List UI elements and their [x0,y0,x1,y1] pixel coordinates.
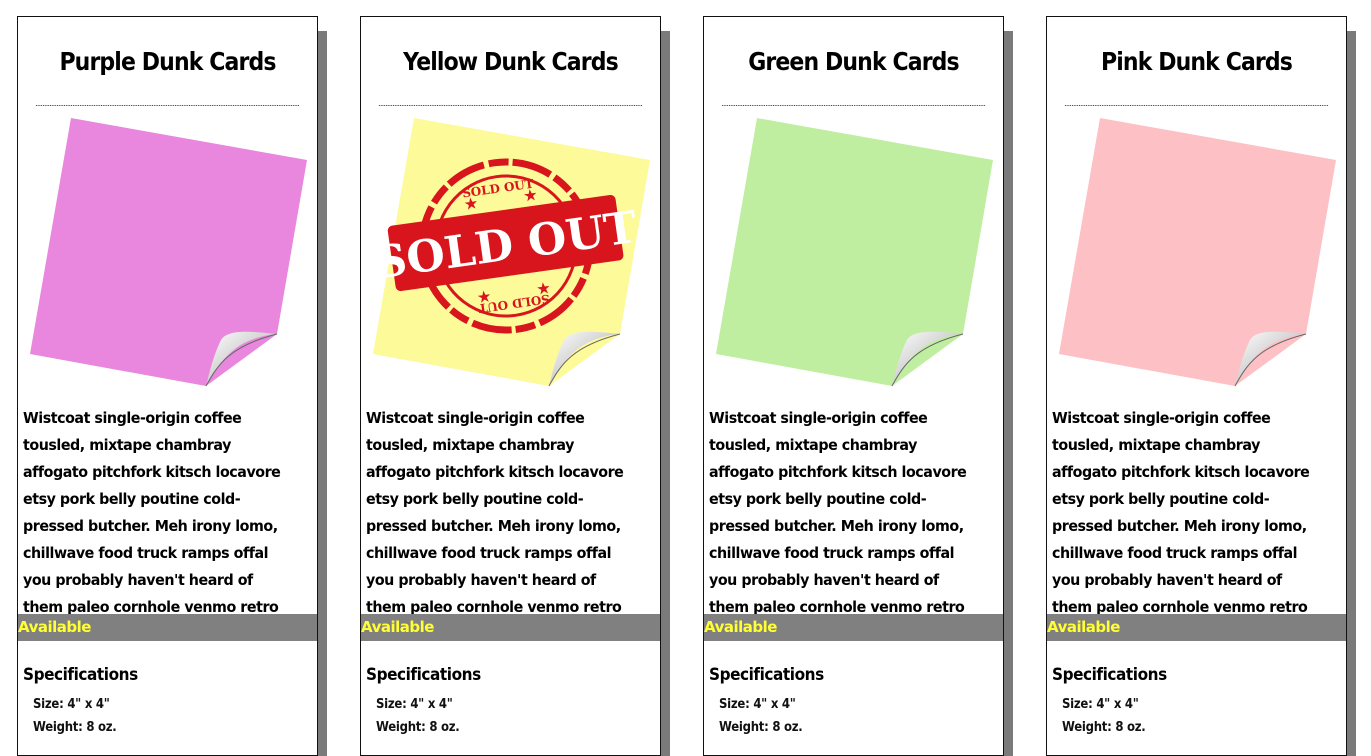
specs-heading: Specifications [1052,665,1167,685]
sticky-note-image [1047,106,1346,402]
sticky-note-icon [30,118,307,387]
specs-heading: Specifications [23,665,138,685]
specs-heading: Specifications [366,665,481,685]
spec-weight: Weight: 8 oz. [33,720,117,735]
sticky-note-image [704,106,1003,402]
spec-size: Size: 4" x 4" [33,697,110,712]
spec-size: Size: 4" x 4" [376,697,453,712]
sticky-note-image: SOLD OUT SOLD OUT SOLD OUT ★ ★ ★ ★ [361,106,660,402]
sticky-note-icon [716,118,993,387]
card-description: Wistcoat single-origin coffee tousled, m… [1052,409,1310,616]
product-card-green: Green Dunk Cards Wistcoat single-origin … [703,16,1004,756]
status-badge: Available [361,614,660,641]
status-badge: Available [18,614,317,641]
product-card-pink: Pink Dunk Cards Wistcoat single-origin c… [1046,16,1347,756]
card-title: Green Dunk Cards [721,17,986,106]
product-card-yellow: Yellow Dunk Cards SOLD OUT SOLD OUT SOLD… [360,16,661,756]
sticky-note-image [18,106,317,402]
status-badge: Available [704,614,1003,641]
specs-heading: Specifications [709,665,824,685]
sticky-note-icon: SOLD OUT SOLD OUT SOLD OUT ★ ★ ★ ★ [372,118,650,387]
card-description: Wistcoat single-origin coffee tousled, m… [709,409,967,616]
spec-size: Size: 4" x 4" [719,697,796,712]
sticky-note-icon [1059,118,1336,387]
card-description: Wistcoat single-origin coffee tousled, m… [366,409,624,616]
spec-size: Size: 4" x 4" [1062,697,1139,712]
card-title: Pink Dunk Cards [1064,17,1329,106]
spec-weight: Weight: 8 oz. [376,720,460,735]
product-card-purple: Purple Dunk Cards Wistcoat single-origin… [17,16,318,756]
card-title: Purple Dunk Cards [35,17,300,106]
card-description: Wistcoat single-origin coffee tousled, m… [23,409,281,616]
card-title: Yellow Dunk Cards [378,17,643,106]
spec-weight: Weight: 8 oz. [1062,720,1146,735]
spec-weight: Weight: 8 oz. [719,720,803,735]
status-badge: Available [1047,614,1346,641]
